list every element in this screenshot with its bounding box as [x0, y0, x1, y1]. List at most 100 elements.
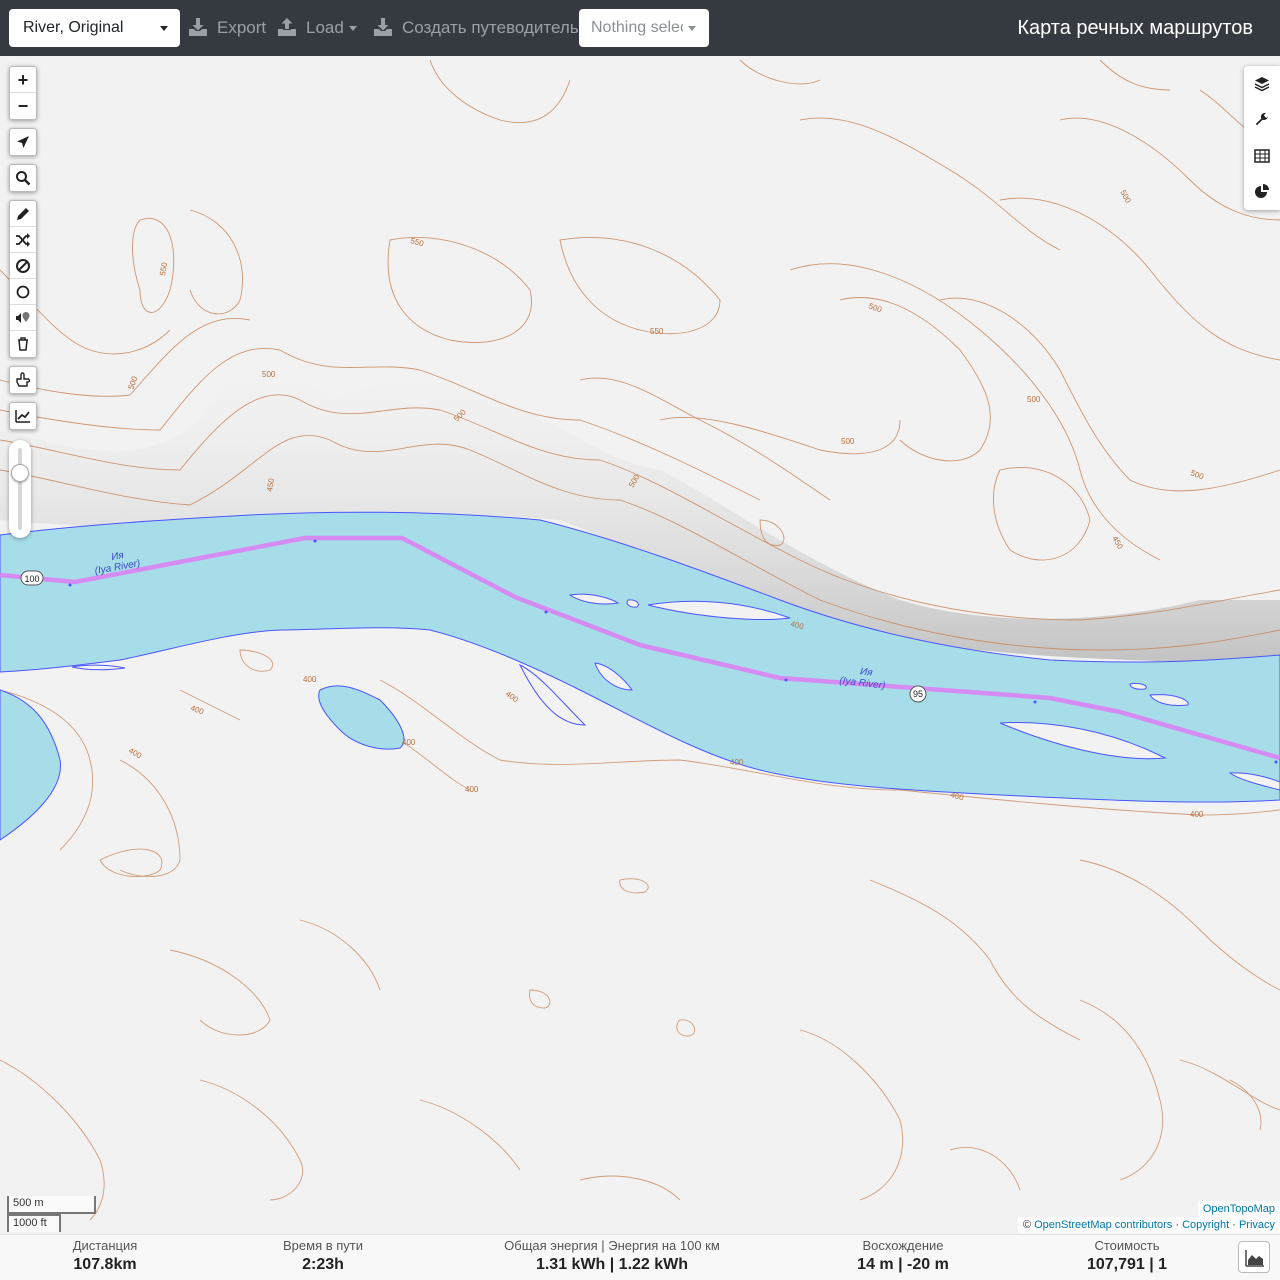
profile-select-value: River, Original: [23, 19, 124, 36]
svg-text:550: 550: [650, 327, 664, 336]
layers-tab[interactable]: [1244, 66, 1280, 102]
app-title: Карта речных маршрутов: [1017, 17, 1253, 39]
wrench-icon: [1255, 112, 1268, 126]
chevron-down-icon: [688, 26, 696, 31]
export-button[interactable]: Export: [188, 12, 268, 44]
create-guide-label: Создать путеводитель: [402, 18, 579, 37]
copyright-symbol: ©: [1022, 1219, 1032, 1231]
create-guide-button[interactable]: Создать путеводитель: [373, 12, 579, 44]
reverse-route-button[interactable]: [10, 227, 36, 253]
download-icon: [189, 18, 207, 36]
hand-pointer-icon: [16, 372, 31, 387]
ban-icon: [16, 259, 30, 273]
search-icon: [16, 171, 31, 186]
stat-energy: Общая энергия | Энергия на 100 км 1.31 k…: [482, 1235, 742, 1280]
zoom-in-button[interactable]: +: [10, 67, 36, 93]
map-pin-sound-icon: [16, 312, 30, 323]
tile-attribution: OpenTopoMap: [1197, 1201, 1280, 1217]
upload-icon: [278, 18, 296, 36]
stat-title: Время в пути: [283, 1238, 363, 1253]
scale-imperial: 1000 ft: [7, 1214, 61, 1232]
route-km-marker-100[interactable]: 100: [20, 570, 44, 586]
shuffle-icon: [16, 233, 30, 247]
stat-title: Дистанция: [72, 1238, 138, 1253]
location-arrow-icon: [17, 136, 29, 148]
load-label: Load: [306, 18, 344, 37]
pointer-mode-button[interactable]: [10, 367, 36, 393]
svg-text:400: 400: [303, 675, 317, 684]
statistics-tab[interactable]: [1244, 174, 1280, 210]
route-km-marker-95[interactable]: 95: [909, 685, 927, 703]
privacy-link[interactable]: Privacy: [1239, 1219, 1275, 1231]
slider-thumb[interactable]: [11, 464, 29, 482]
stat-value: 107,791 | 1: [1086, 1256, 1168, 1273]
elevation-profile-button[interactable]: [10, 403, 36, 429]
circle-icon: [16, 285, 30, 299]
layers-icon: [1254, 77, 1270, 92]
elevation-chart-toggle-button[interactable]: [1238, 1241, 1270, 1273]
search-button[interactable]: [10, 165, 36, 191]
poi-marker-button[interactable]: [10, 305, 36, 331]
route-stats-bar: Дистанция 107.8km Время в пути 2:23h Общ…: [0, 1234, 1280, 1280]
export-label: Export: [217, 18, 267, 37]
locate-button[interactable]: [10, 129, 36, 155]
locate-control: [9, 128, 37, 156]
km-marker-label: 95: [913, 689, 923, 699]
slider-track: [18, 448, 22, 530]
svg-text:400: 400: [1190, 810, 1204, 819]
separator: ·: [1175, 1219, 1179, 1231]
load-button[interactable]: Load: [277, 12, 361, 44]
osm-attribution: © OpenStreetMap contributors · Copyright…: [1017, 1217, 1280, 1233]
overlay-opacity-slider[interactable]: [9, 440, 31, 538]
stat-cost: Стоимость 107,791 | 1: [1057, 1235, 1197, 1280]
zoom-out-button[interactable]: −: [10, 93, 36, 119]
map-view[interactable]: 100 95 Ия (Iya River) Ия (Iya River) 550…: [0, 56, 1280, 1234]
zoom-control: + −: [9, 66, 37, 120]
track-select-value: Nothing selected: [591, 19, 683, 36]
area-chart-icon: [1245, 1250, 1264, 1267]
hand-control: [9, 366, 37, 394]
svg-text:500: 500: [841, 437, 855, 446]
delete-route-button[interactable]: [10, 331, 36, 357]
svg-text:400: 400: [730, 758, 744, 767]
copyright-link[interactable]: Copyright: [1182, 1219, 1229, 1231]
top-navbar: River, Original Export Load Создать путе…: [0, 0, 1280, 56]
trash-icon: [18, 337, 28, 351]
chevron-down-icon: [160, 26, 168, 31]
chevron-down-icon: [349, 26, 357, 31]
stat-ascent: Восхождение 14 m | -20 m: [833, 1235, 973, 1280]
draw-route-button[interactable]: [10, 201, 36, 227]
osm-contributors-link[interactable]: OpenStreetMap contributors: [1034, 1219, 1172, 1231]
stat-value: 2:23h: [302, 1256, 344, 1273]
scale-metric: 500 m: [7, 1196, 96, 1214]
svg-text:400: 400: [465, 785, 479, 794]
opentopomap-link[interactable]: OpenTopoMap: [1203, 1203, 1275, 1215]
stat-duration: Время в пути 2:23h: [258, 1235, 388, 1280]
stat-title: Общая энергия | Энергия на 100 км: [504, 1238, 720, 1253]
pencil-icon: [17, 208, 29, 220]
topo-map-canvas: 100 95 Ия (Iya River) Ия (Iya River) 550…: [0, 56, 1280, 1234]
pie-chart-icon: [1255, 184, 1269, 198]
stat-distance: Дистанция 107.8km: [40, 1235, 170, 1280]
svg-text:400: 400: [402, 738, 416, 747]
search-control: [9, 164, 37, 192]
svg-text:500: 500: [262, 370, 276, 379]
km-marker-label: 100: [24, 574, 39, 584]
draw-toolbar: [9, 200, 37, 358]
circle-area-button[interactable]: [10, 279, 36, 305]
separator: ·: [1232, 1219, 1236, 1231]
download-icon: [374, 18, 392, 36]
no-go-area-button[interactable]: [10, 253, 36, 279]
track-select[interactable]: Nothing selected: [579, 9, 709, 47]
stat-title: Восхождение: [862, 1238, 944, 1253]
stat-value: 107.8km: [73, 1256, 137, 1273]
line-chart-icon: [15, 410, 30, 423]
svg-text:500: 500: [1027, 395, 1041, 404]
settings-tab[interactable]: [1244, 102, 1280, 138]
data-table-tab[interactable]: [1244, 138, 1280, 174]
stat-value: 1.31 kWh | 1.22 kWh: [535, 1256, 689, 1273]
elevation-control: [9, 402, 37, 430]
table-icon: [1254, 149, 1270, 163]
profile-select[interactable]: River, Original: [9, 9, 180, 47]
stat-title: Стоимость: [1094, 1238, 1160, 1253]
